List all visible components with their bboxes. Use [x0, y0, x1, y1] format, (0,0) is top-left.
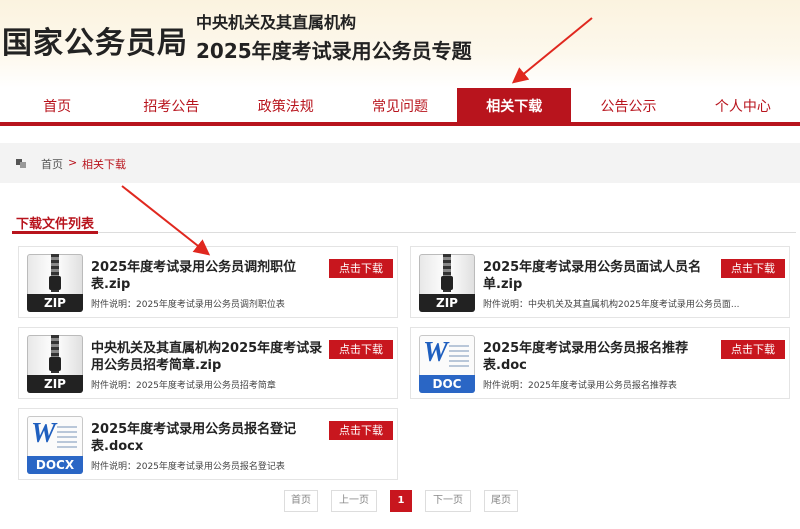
pagination-last[interactable]: 尾页 — [484, 490, 518, 512]
main-nav: 首页 招考公告 政策法规 常见问题 相关下载 公告公示 个人中心 — [0, 88, 800, 126]
breadcrumb-home-link[interactable]: 首页 — [41, 156, 63, 172]
file-title[interactable]: 2025年度考试录用公务员面试人员名单.zip — [483, 259, 715, 293]
file-card: ZIP 2025年度考试录用公务员面试人员名单.zip 附件说明：中央机关及其直… — [410, 246, 790, 318]
site-title[interactable]: 国家公务员局 — [2, 18, 188, 62]
file-description: 附件说明：中央机关及其直属机构2025年度考试录用公务员面... — [483, 300, 740, 310]
pagination-first[interactable]: 首页 — [284, 490, 318, 512]
pagination-current-page[interactable]: 1 — [390, 490, 412, 512]
pagination-prev[interactable]: 上一页 — [331, 490, 377, 512]
zip-file-icon[interactable]: ZIP — [419, 254, 475, 312]
nav-item-personal-center[interactable]: 个人中心 — [686, 88, 800, 126]
section-divider — [12, 232, 796, 233]
zip-file-icon[interactable]: ZIP — [27, 254, 83, 312]
location-icon — [16, 159, 27, 168]
file-title[interactable]: 2025年度考试录用公务员报名登记表.docx — [91, 421, 323, 455]
download-button[interactable]: 点击下载 — [329, 259, 393, 278]
nav-item-announcements[interactable]: 公告公示 — [571, 88, 685, 126]
nav-item-downloads[interactable]: 相关下载 — [457, 88, 572, 126]
breadcrumb-current: 相关下载 — [82, 158, 126, 171]
pagination: 首页 上一页 1 下一页 尾页 — [284, 490, 531, 512]
file-description: 附件说明：2025年度考试录用公务员招考简章 — [91, 381, 276, 391]
zip-file-icon[interactable]: ZIP — [27, 335, 83, 393]
download-button[interactable]: 点击下载 — [721, 259, 785, 278]
breadcrumb-separator: > — [68, 156, 78, 169]
file-card: ZIP 2025年度考试录用公务员调剂职位表.zip 附件说明：2025年度考试… — [18, 246, 398, 318]
download-button[interactable]: 点击下载 — [329, 421, 393, 440]
annotation-arrow-to-file — [121, 185, 211, 256]
site-header: 国家公务员局 中央机关及其直属机构 2025年度考试录用公务员专题 — [0, 0, 800, 88]
pagination-next[interactable]: 下一页 — [425, 490, 471, 512]
nav-item-faq[interactable]: 常见问题 — [343, 88, 457, 126]
file-description: 附件说明：2025年度考试录用公务员报名登记表 — [91, 462, 285, 472]
word-file-icon[interactable]: W DOCX — [27, 416, 83, 474]
section-title-underline — [12, 231, 98, 234]
file-title[interactable]: 2025年度考试录用公务员调剂职位表.zip — [91, 259, 323, 293]
breadcrumb: 首页 > 相关下载 — [0, 143, 800, 183]
header-subtitle-org: 中央机关及其直属机构 — [196, 13, 357, 32]
file-title[interactable]: 2025年度考试录用公务员报名推荐表.doc — [483, 340, 715, 374]
nav-item-policies[interactable]: 政策法规 — [229, 88, 343, 126]
file-card: ZIP 中央机关及其直属机构2025年度考试录用公务员招考简章.zip 附件说明… — [18, 327, 398, 399]
file-description: 附件说明：2025年度考试录用公务员调剂职位表 — [91, 300, 285, 310]
download-button[interactable]: 点击下载 — [721, 340, 785, 359]
section-title: 下载文件列表 — [16, 217, 95, 232]
word-file-icon[interactable]: W DOC — [419, 335, 475, 393]
file-title[interactable]: 中央机关及其直属机构2025年度考试录用公务员招考简章.zip — [91, 340, 323, 374]
download-button[interactable]: 点击下载 — [329, 340, 393, 359]
header-subtitle-topic: 2025年度考试录用公务员专题 — [196, 39, 472, 63]
nav-item-recruitment-notice[interactable]: 招考公告 — [114, 88, 228, 126]
nav-item-home[interactable]: 首页 — [0, 88, 114, 126]
file-card: W DOCX 2025年度考试录用公务员报名登记表.docx 附件说明：2025… — [18, 408, 398, 480]
file-card: W DOC 2025年度考试录用公务员报名推荐表.doc 附件说明：2025年度… — [410, 327, 790, 399]
file-description: 附件说明：2025年度考试录用公务员报名推荐表 — [483, 381, 677, 391]
